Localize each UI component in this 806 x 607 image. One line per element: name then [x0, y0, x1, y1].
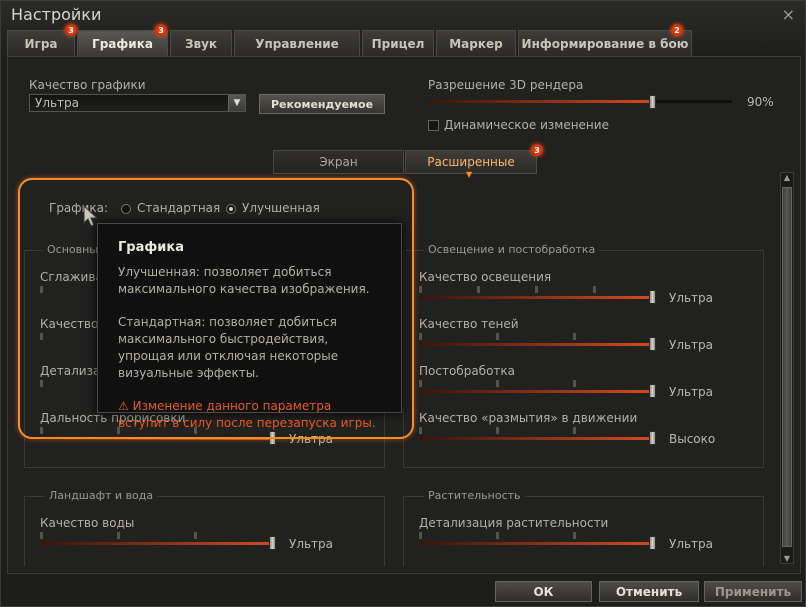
tab-crosshair[interactable]: Прицел [362, 30, 434, 56]
postprocessing-fill [419, 390, 652, 393]
slider-tick [593, 286, 596, 293]
tab-controls[interactable]: Управление [234, 30, 360, 56]
scrollbar[interactable]: ▲ ▼ [780, 172, 794, 564]
tooltip-title: Графика [118, 240, 184, 255]
render-resolution-label: Разрешение 3D рендера [428, 78, 584, 92]
tooltip-text-improved: Улучшенная: позволяет добиться максималь… [118, 265, 370, 296]
slider-tick [573, 380, 576, 387]
motion-blur-fill [419, 437, 652, 440]
slider-tick [496, 532, 499, 539]
slider-tick [419, 380, 422, 387]
slider-tick [496, 333, 499, 340]
setting-label: Постобработка [419, 364, 515, 378]
vegetation-fill [419, 542, 652, 545]
tab-graphics-badge: 3 [155, 24, 167, 36]
group-terrain: Ландшафт и вода [24, 489, 385, 566]
setting-label: Детализация растительности [419, 516, 609, 530]
scroll-up-icon[interactable]: ▲ [782, 173, 792, 182]
tab-game-badge: 3 [65, 24, 77, 36]
slider-tick [496, 380, 499, 387]
tab-battle-notifications[interactable]: Информирование в бою [518, 30, 692, 56]
slider-tick [419, 532, 422, 539]
slider-tick [194, 532, 197, 539]
cancel-button[interactable]: Отменить [599, 581, 699, 602]
tooltip-warning-text: Изменение данного параметра вступит в си… [118, 399, 376, 430]
vegetation-thumb[interactable] [649, 536, 656, 550]
setting-label: Качество освещения [419, 270, 552, 284]
motion-blur-thumb[interactable] [649, 431, 656, 445]
tab-notifications-badge: 2 [671, 24, 683, 36]
graphics-tooltip: Графика Улучшенная: позволяет добиться м… [97, 223, 402, 430]
tab-game[interactable]: Игра [7, 30, 75, 56]
recommended-button[interactable]: Рекомендуемое [259, 94, 385, 114]
setting-label: Качество воды [40, 516, 135, 530]
lighting-quality-value: Ультра [669, 291, 714, 305]
lighting-quality-thumb[interactable] [649, 290, 656, 304]
group-title: Растительность [424, 489, 525, 502]
water-quality-fill [40, 542, 273, 545]
tab-sound[interactable]: Звук [170, 30, 232, 56]
setting-label: Качество «размытия» в движении [419, 411, 638, 425]
slider-tick [573, 532, 576, 539]
dynamic-resolution-label: Динамическое изменение [444, 118, 609, 132]
lighting-quality-fill [419, 296, 652, 299]
vegetation-value: Ультра [669, 537, 714, 551]
postprocessing-thumb[interactable] [649, 384, 656, 398]
render-resolution-value: 90% [747, 95, 774, 109]
slider-tick [496, 427, 499, 434]
group-title: Ландшафт и вода [45, 489, 158, 502]
slider-tick [573, 427, 576, 434]
scroll-down-icon[interactable]: ▼ [782, 554, 792, 563]
title-bar: Настройки × [1, 1, 806, 29]
shadow-quality-thumb[interactable] [649, 337, 656, 351]
slider-tick [117, 532, 120, 539]
slider-tick [419, 427, 422, 434]
apply-button[interactable]: Применить [704, 581, 802, 602]
group-vegetation: Растительность [403, 489, 764, 566]
tooltip-warning: ⚠ Изменение данного параметра вступит в … [118, 398, 381, 432]
window-title: Настройки [11, 5, 102, 24]
water-quality-thumb[interactable] [269, 536, 276, 550]
settings-window: Настройки × Игра 3 Графика 3 Звук Управл… [0, 0, 806, 607]
group-title: Освещение и постобработка [424, 243, 600, 256]
tooltip-text-standard: Стандартная: позволяет добиться максимал… [118, 315, 339, 380]
close-icon[interactable]: × [782, 5, 795, 24]
slider-tick [40, 532, 43, 539]
render-resolution-thumb[interactable] [649, 95, 656, 109]
graphics-quality-label: Качество графики [29, 78, 146, 92]
subtab-advanced-badge: 3 [531, 144, 543, 156]
subtab-screen[interactable]: Экран [273, 150, 404, 174]
warning-icon: ⚠ [118, 399, 129, 413]
postprocessing-value: Ультра [669, 385, 714, 399]
scroll-thumb[interactable] [782, 187, 792, 547]
slider-tick [535, 286, 538, 293]
slider-tick [477, 286, 480, 293]
water-quality-value: Ультра [289, 537, 334, 551]
dynamic-resolution-checkbox[interactable] [428, 120, 439, 131]
graphics-quality-select[interactable]: Ультра ▼ [29, 94, 246, 112]
render-resolution-rest [656, 100, 732, 103]
ok-button[interactable]: ОК [495, 581, 592, 602]
slider-tick [419, 333, 422, 340]
tab-marker[interactable]: Маркер [436, 30, 516, 56]
slider-tick [573, 333, 576, 340]
shadow-quality-value: Ультра [669, 338, 714, 352]
chevron-down-icon: ▼ [466, 170, 473, 179]
slider-tick [419, 286, 422, 293]
motion-blur-value: Высоко [669, 432, 716, 446]
render-resolution-fill [428, 100, 653, 103]
shadow-quality-fill [419, 343, 652, 346]
setting-label: Качество теней [419, 317, 519, 331]
tab-graphics[interactable]: Графика [77, 30, 168, 56]
chevron-down-icon[interactable]: ▼ [228, 95, 245, 111]
